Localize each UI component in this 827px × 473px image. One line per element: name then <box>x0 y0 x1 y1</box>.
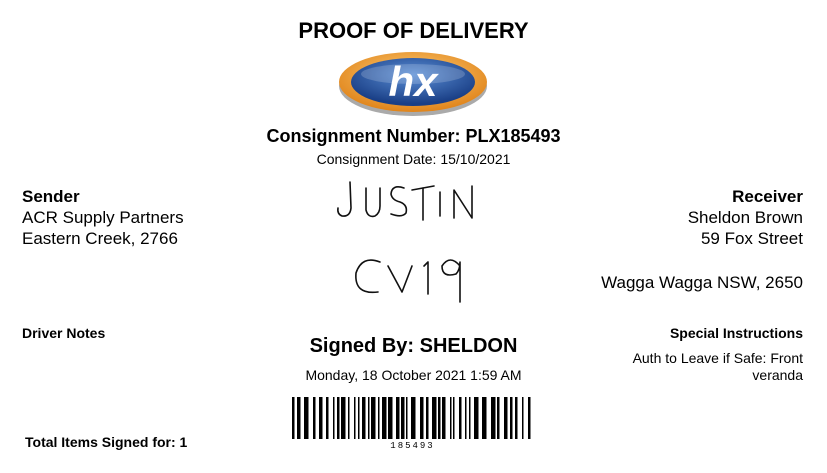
barcode-bar <box>522 397 524 439</box>
barcode-bar <box>396 397 400 439</box>
logo-text: hx <box>388 58 439 105</box>
barcode-bar <box>420 397 424 439</box>
barcode-bar <box>510 397 513 439</box>
barcode-bar <box>438 397 441 439</box>
receiver-name: Sheldon Brown <box>687 208 803 227</box>
barcode-bar <box>426 397 429 439</box>
receiver-block: Receiver Sheldon Brown 59 Fox Street <box>688 186 803 249</box>
receiver-city: Wagga Wagga NSW, 2650 <box>601 273 803 292</box>
barcode-bar <box>453 397 455 439</box>
sender-location: Eastern Creek, 2766 <box>22 229 178 248</box>
barcode-bar <box>442 397 446 439</box>
barcode-bar <box>406 397 408 439</box>
consignment-number: Consignment Number: PLX185493 <box>266 126 561 146</box>
barcode-bar <box>465 397 467 439</box>
barcode-bar <box>368 397 370 439</box>
sender-name: ACR Supply Partners <box>22 208 184 227</box>
barcode-bar <box>358 397 360 439</box>
hx-logo: hx <box>339 52 487 116</box>
document-title: PROOF OF DELIVERY <box>298 18 529 43</box>
barcode-bar <box>333 397 335 439</box>
barcode-bar <box>326 397 329 439</box>
barcode-bar <box>297 397 301 439</box>
barcode-bar <box>459 397 462 439</box>
barcode-bar <box>411 397 416 439</box>
barcode-bar <box>497 397 500 439</box>
total-items: Total Items Signed for: 1 <box>25 434 188 450</box>
barcode-bar <box>313 397 316 439</box>
barcode-bar <box>362 397 366 439</box>
barcode-bar <box>474 397 479 439</box>
barcode-bar <box>515 397 518 439</box>
barcode-bar <box>469 397 471 439</box>
barcode-bar <box>432 397 437 439</box>
receiver-street: 59 Fox Street <box>700 229 803 248</box>
barcode-bar <box>504 397 508 439</box>
barcode-bar <box>388 397 393 439</box>
barcode-bar <box>371 397 376 439</box>
handwritten-signature <box>337 181 473 303</box>
barcode-bar <box>491 397 496 439</box>
barcode-bar <box>401 397 405 439</box>
consignment-date: Consignment Date: 15/10/2021 <box>316 151 511 167</box>
sender-heading: Sender <box>22 187 80 206</box>
special-instructions-text: Auth to Leave if Safe: Front veranda <box>632 350 803 383</box>
receiver-heading: Receiver <box>732 187 803 206</box>
barcode-bar <box>378 397 380 439</box>
barcode-bar <box>450 397 452 439</box>
barcode-bar <box>341 397 346 439</box>
barcode-bar <box>337 397 340 439</box>
barcode-bar <box>348 397 350 439</box>
barcode-bar <box>354 397 356 439</box>
barcode-bar <box>382 397 387 439</box>
special-instructions-heading: Special Instructions <box>669 325 803 341</box>
barcode-bar <box>528 397 531 439</box>
barcode-bar <box>304 397 309 439</box>
sender-block: Sender ACR Supply Partners Eastern Creek… <box>22 186 184 249</box>
barcode-number: 185493 <box>390 441 435 451</box>
barcode <box>292 397 531 439</box>
barcode-bar <box>319 397 323 439</box>
barcode-bar <box>292 397 295 439</box>
barcode-bar <box>482 397 487 439</box>
